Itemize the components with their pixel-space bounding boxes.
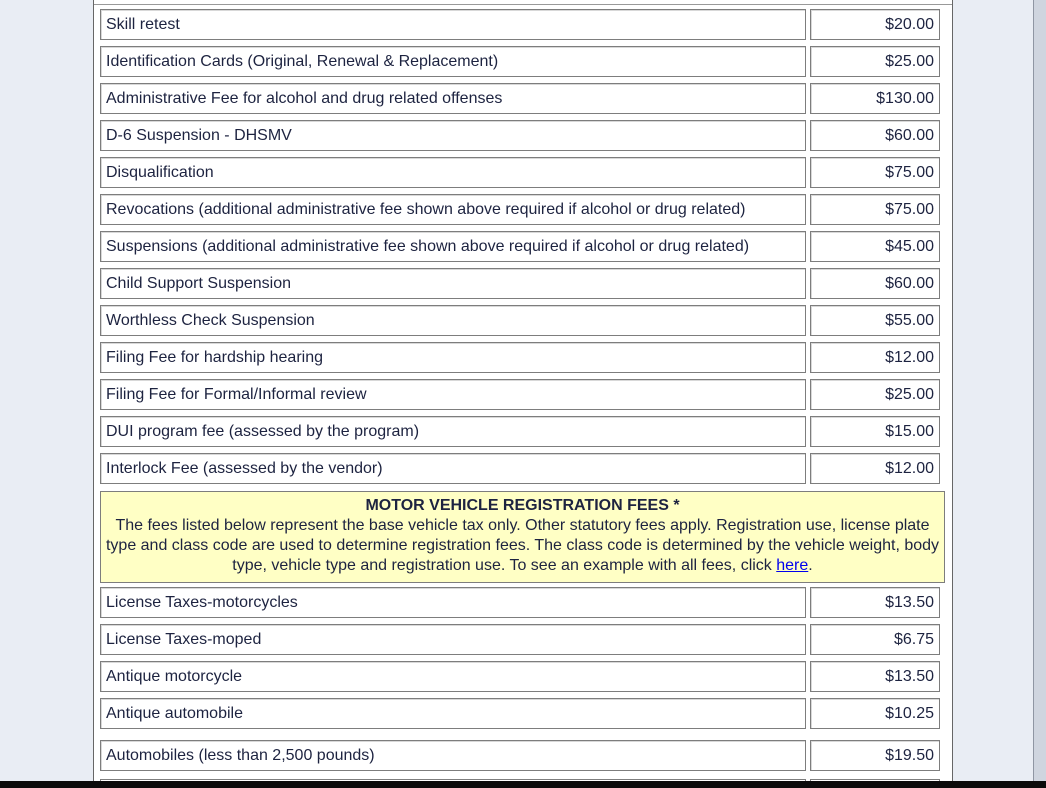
fee-amount: $10.25 [810,698,940,729]
fee-row: D-6 Suspension - DHSMV $60.00 [100,120,945,151]
fee-row: Automobiles (less than 2,500 pounds) $19… [100,740,945,771]
fee-description: Skill retest [100,9,806,40]
fee-amount: $15.00 [810,416,940,447]
fee-description: License Taxes-moped [100,624,806,655]
fee-description: Interlock Fee (assessed by the vendor) [100,453,806,484]
fee-amount: $13.50 [810,587,940,618]
fee-amount: $25.00 [810,379,940,410]
fee-amount: $60.00 [810,120,940,151]
fee-description: D-6 Suspension - DHSMV [100,120,806,151]
fee-amount: $19.50 [810,740,940,771]
fee-description: Antique automobile [100,698,806,729]
fee-description: Disqualification [100,157,806,188]
here-link[interactable]: here [776,557,808,574]
fee-row: Filing Fee for hardship hearing $12.00 [100,342,945,373]
fee-row: Antique automobile $10.25 [100,698,945,729]
fee-row: Suspensions (additional administrative f… [100,231,945,262]
fee-amount: $45.00 [810,231,940,262]
fee-description: Child Support Suspension [100,268,806,299]
fee-description: License Taxes-motorcycles [100,587,806,618]
banner-text: The fees listed below represent the base… [105,517,940,574]
registration-fees-banner: MOTOR VEHICLE REGISTRATION FEES * The fe… [100,491,945,583]
fee-amount: $12.00 [810,342,940,373]
fee-row: Identification Cards (Original, Renewal … [100,46,945,77]
banner-text-end: . [808,557,813,574]
fee-amount: $75.00 [810,194,940,225]
fee-row: License Taxes-moped $6.75 [100,624,945,655]
fee-row: Antique motorcycle $13.50 [100,661,945,692]
fee-row: Worthless Check Suspension $55.00 [100,305,945,336]
fee-amount: $12.00 [810,453,940,484]
fee-description: Filing Fee for Formal/Informal review [100,379,806,410]
fee-amount: $6.75 [810,624,940,655]
fee-amount: $55.00 [810,305,940,336]
fee-row: Administrative Fee for alcohol and drug … [100,83,945,114]
previous-row-fragment [94,0,952,5]
fee-description: Revocations (additional administrative f… [100,194,806,225]
fee-amount: $60.00 [810,268,940,299]
fee-description: Automobiles (less than 2,500 pounds) [100,740,806,771]
fee-amount: $130.00 [810,83,940,114]
fee-description: Antique motorcycle [100,661,806,692]
fee-row: Revocations (additional administrative f… [100,194,945,225]
fee-description: Administrative Fee for alcohol and drug … [100,83,806,114]
fee-row: DUI program fee (assessed by the program… [100,416,945,447]
fee-row: Skill retest $20.00 [100,9,945,40]
fee-description: Suspensions (additional administrative f… [100,231,806,262]
fee-amount: $75.00 [810,157,940,188]
fee-amount: $20.00 [810,9,940,40]
fee-row: Filing Fee for Formal/Informal review $2… [100,379,945,410]
bottom-bar [0,781,1046,788]
fee-row: License Taxes-motorcycles $13.50 [100,587,945,618]
fee-description: Identification Cards (Original, Renewal … [100,46,806,77]
banner-title: MOTOR VEHICLE REGISTRATION FEES * [365,497,680,514]
fee-row: Interlock Fee (assessed by the vendor) $… [100,453,945,484]
window-edge [1033,0,1046,788]
fee-row: Disqualification $75.00 [100,157,945,188]
fee-description: Worthless Check Suspension [100,305,806,336]
fee-description: Filing Fee for hardship hearing [100,342,806,373]
fees-page: Skill retest $20.00 Identification Cards… [93,0,953,784]
fee-amount: $13.50 [810,661,940,692]
banner-description: The fees listed below represent the base… [101,516,944,576]
fee-amount: $25.00 [810,46,940,77]
fee-row: Child Support Suspension $60.00 [100,268,945,299]
fee-description: DUI program fee (assessed by the program… [100,416,806,447]
